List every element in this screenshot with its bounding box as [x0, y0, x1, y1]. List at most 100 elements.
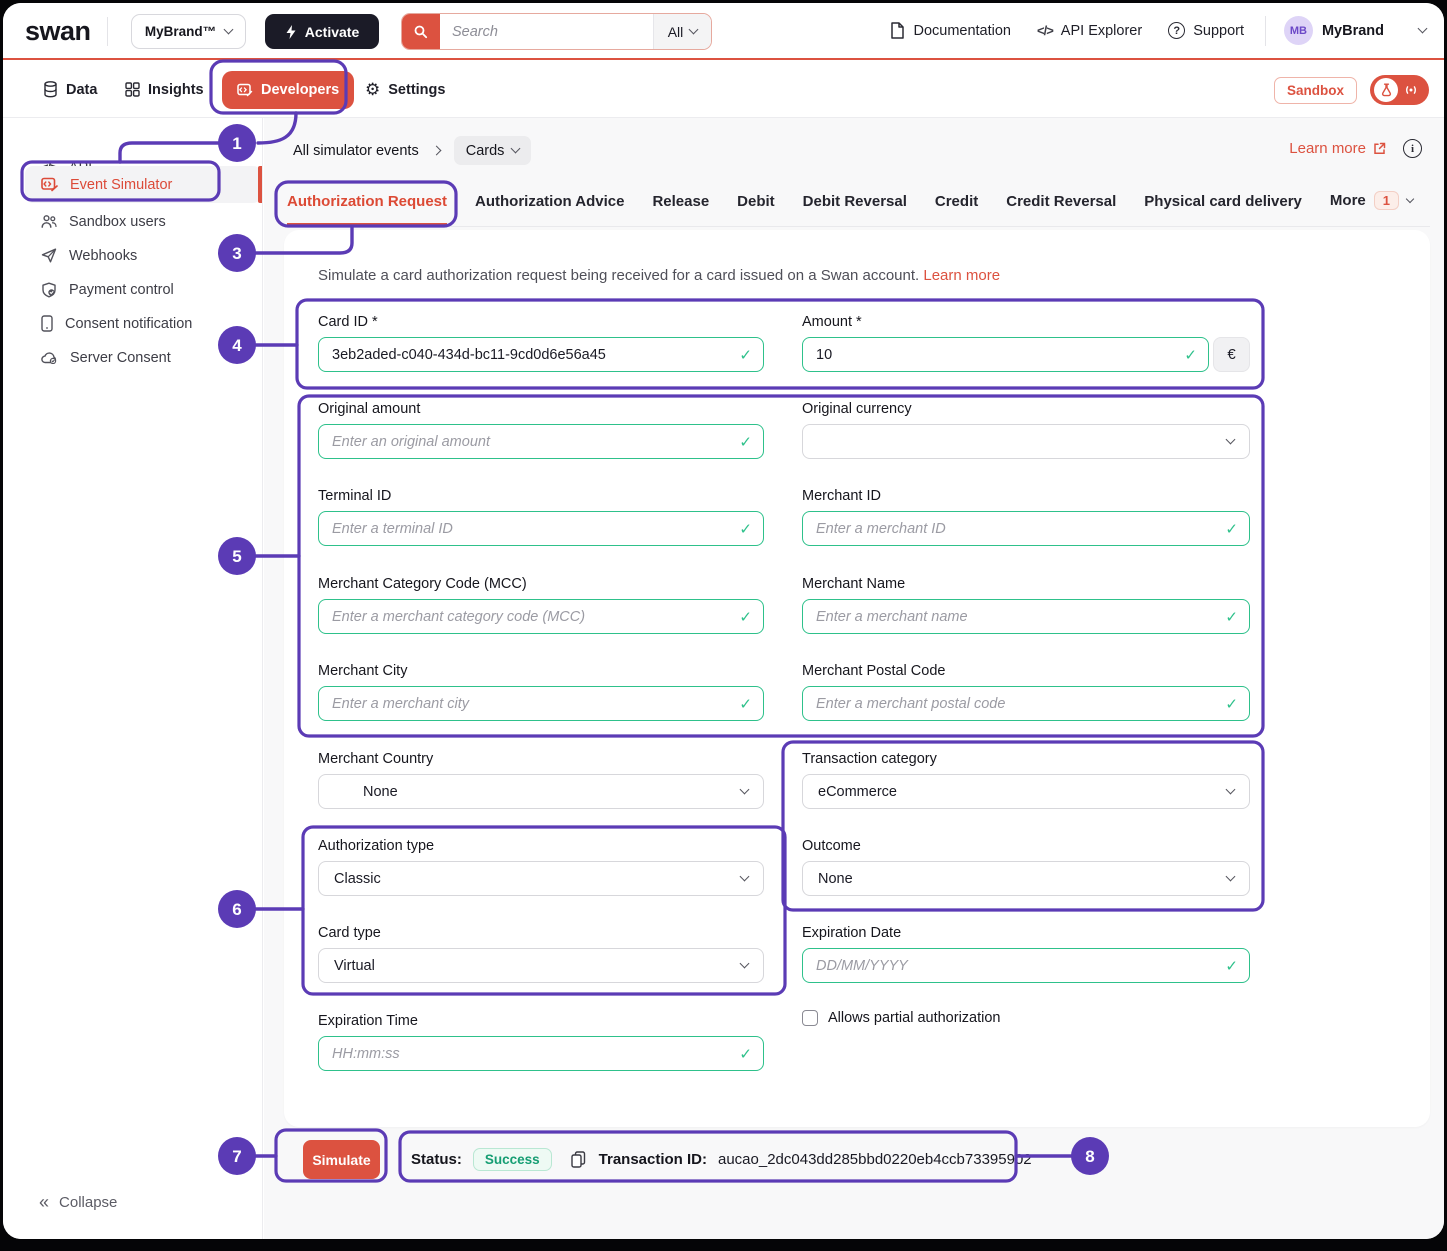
card-type-select[interactable]: Virtual	[318, 948, 764, 983]
grid-icon	[125, 82, 140, 97]
status-badge: Success	[473, 1148, 552, 1171]
breadcrumb-category-select[interactable]: Cards	[454, 136, 532, 165]
primary-nav: Data Insights Developers ⚙ Settings Sand…	[3, 62, 1444, 118]
flask-icon	[1374, 78, 1398, 102]
merchant-city-input[interactable]	[318, 686, 764, 721]
mcc-input[interactable]	[318, 599, 764, 634]
tab-authorization-request[interactable]: Authorization Request	[287, 193, 447, 226]
sidebar-item-sandbox-users[interactable]: Sandbox users	[25, 204, 261, 239]
valid-check-icon: ✓	[1225, 520, 1238, 538]
support-link[interactable]: ? Support	[1168, 22, 1244, 39]
valid-check-icon: ✓	[739, 695, 752, 713]
field-allows-partial-authorization[interactable]: Allows partial authorization	[802, 1010, 1250, 1026]
documentation-link[interactable]: Documentation	[890, 22, 1011, 39]
checkbox[interactable]	[802, 1010, 818, 1026]
nav-item-developers[interactable]: Developers	[222, 71, 354, 109]
search-input[interactable]	[440, 14, 653, 49]
tab-credit-reversal[interactable]: Credit Reversal	[1006, 193, 1116, 226]
header-divider	[107, 17, 108, 46]
field-terminal-id: Terminal ID ✓	[318, 488, 764, 546]
sidebar-item-webhooks[interactable]: Webhooks	[25, 238, 261, 273]
app-window: swan MyBrand™ Activate All Documentation	[3, 3, 1444, 1239]
sandbox-toggle[interactable]	[1370, 75, 1429, 105]
valid-check-icon: ✓	[1184, 346, 1197, 364]
authorization-type-select[interactable]: Classic	[318, 861, 764, 896]
tab-more[interactable]: More 1	[1330, 191, 1413, 226]
valid-check-icon: ✓	[1225, 957, 1238, 975]
merchant-country-select[interactable]: None	[318, 774, 764, 809]
merchant-name-input[interactable]	[802, 599, 1250, 634]
sidebar-item-server-consent[interactable]: Server Consent	[25, 340, 261, 375]
collapse-sidebar-button[interactable]: « Collapse	[39, 1193, 117, 1211]
nav-item-settings[interactable]: ⚙ Settings	[365, 62, 445, 117]
tab-credit[interactable]: Credit	[935, 193, 978, 226]
breadcrumb: All simulator events Cards	[293, 136, 531, 165]
chevron-down-icon	[689, 25, 699, 35]
tab-release[interactable]: Release	[652, 193, 709, 226]
breadcrumb-root[interactable]: All simulator events	[293, 143, 419, 159]
form-description: Simulate a card authorization request be…	[318, 267, 1000, 284]
chevron-right-icon	[431, 146, 441, 156]
document-icon	[890, 22, 905, 39]
currency-suffix: €	[1213, 337, 1250, 372]
field-original-amount: Original amount ✓	[318, 401, 764, 459]
search-icon[interactable]	[402, 14, 440, 49]
field-transaction-category: Transaction category eCommerce	[802, 751, 1250, 809]
original-amount-input[interactable]	[318, 424, 764, 459]
field-merchant-id: Merchant ID ✓	[802, 488, 1250, 546]
account-menu[interactable]: MB MyBrand	[1284, 3, 1426, 58]
amount-input[interactable]	[802, 337, 1209, 372]
tab-debit[interactable]: Debit	[737, 193, 775, 226]
description-learn-more-link[interactable]: Learn more	[923, 267, 1000, 284]
valid-check-icon: ✓	[739, 608, 752, 626]
search-scope-select[interactable]: All	[653, 14, 711, 49]
transaction-id-value: aucao_2dc043dd285bbd0220eb4ccb73395902	[718, 1151, 1032, 1168]
nav-item-insights[interactable]: Insights	[125, 62, 204, 117]
expiration-date-input[interactable]	[802, 948, 1250, 983]
expiration-time-input[interactable]	[318, 1036, 764, 1071]
outcome-select[interactable]: None	[802, 861, 1250, 896]
account-name: MyBrand	[1322, 23, 1384, 39]
valid-check-icon: ✓	[1225, 695, 1238, 713]
info-icon[interactable]: i	[1403, 139, 1422, 158]
sidebar-item-payment-control[interactable]: Payment control	[25, 272, 261, 307]
sidebar-item-consent-notification[interactable]: Consent notification	[25, 306, 261, 341]
merchant-id-input[interactable]	[802, 511, 1250, 546]
terminal-id-input[interactable]	[318, 511, 764, 546]
chevron-down-icon	[1226, 872, 1236, 882]
signal-icon	[1403, 84, 1419, 96]
tab-authorization-advice[interactable]: Authorization Advice	[475, 193, 624, 226]
phone-icon	[41, 315, 53, 332]
sandbox-badge: Sandbox	[1274, 77, 1357, 104]
activate-button[interactable]: Activate	[265, 14, 379, 49]
api-explorer-link[interactable]: </> API Explorer	[1037, 23, 1142, 39]
field-merchant-postal-code: Merchant Postal Code ✓	[802, 663, 1250, 721]
nav-item-data[interactable]: Data	[43, 62, 97, 117]
external-link-icon	[1373, 142, 1386, 155]
field-expiration-time: Expiration Time ✓	[318, 1013, 764, 1071]
org-switcher-label: MyBrand™	[145, 24, 216, 39]
more-count-badge: 1	[1374, 191, 1399, 210]
learn-more-link[interactable]: Learn more	[1289, 140, 1386, 157]
field-original-currency: Original currency	[802, 401, 1250, 459]
collapse-icon: «	[39, 1193, 49, 1211]
valid-check-icon: ✓	[739, 346, 752, 364]
sidebar-item-event-simulator[interactable]: Event Simulator	[25, 166, 261, 203]
org-switcher[interactable]: MyBrand™	[131, 14, 246, 49]
active-item-indicator	[258, 166, 262, 203]
developers-icon	[237, 83, 253, 97]
tab-physical-card-delivery[interactable]: Physical card delivery	[1144, 193, 1302, 226]
tab-bar: Authorization Request Authorization Advi…	[287, 180, 1430, 227]
merchant-postal-code-input[interactable]	[802, 686, 1250, 721]
field-card-type: Card type Virtual	[318, 925, 764, 983]
copy-icon[interactable]	[571, 1151, 586, 1168]
chevron-down-icon	[1406, 194, 1414, 202]
card-id-input[interactable]	[318, 337, 764, 372]
transaction-category-select[interactable]: eCommerce	[802, 774, 1250, 809]
simulate-button[interactable]: Simulate	[303, 1140, 380, 1179]
tab-debit-reversal[interactable]: Debit Reversal	[803, 193, 907, 226]
original-currency-select[interactable]	[802, 424, 1250, 459]
field-expiration-date: Expiration Date ✓	[802, 925, 1250, 983]
valid-check-icon: ✓	[739, 1045, 752, 1063]
valid-check-icon: ✓	[739, 433, 752, 451]
